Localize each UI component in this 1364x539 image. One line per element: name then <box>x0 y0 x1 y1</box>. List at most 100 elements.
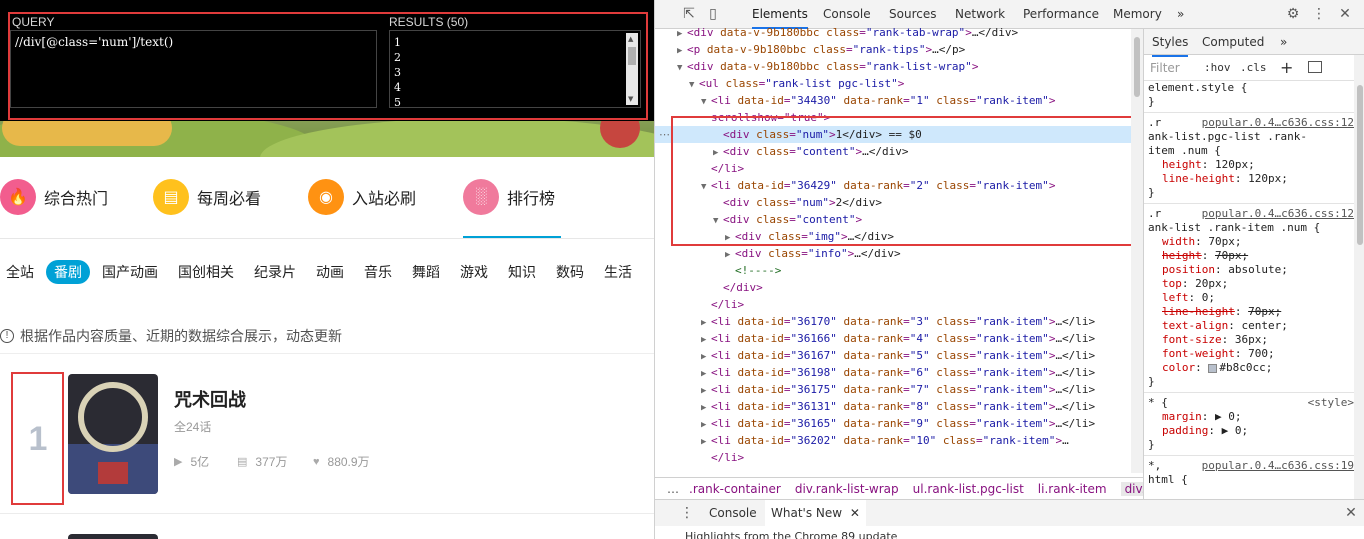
css-declaration[interactable]: font-weight: 700; <box>1144 347 1354 361</box>
breadcrumb-more[interactable]: … <box>667 482 679 496</box>
css-selector[interactable]: } <box>1144 375 1354 389</box>
css-declaration[interactable]: padding: ▶ 0; <box>1144 424 1354 438</box>
tab-animation[interactable]: 动画 <box>316 260 344 284</box>
css-selector[interactable]: .r popular.0.4…c636.css:12 <box>1144 207 1354 221</box>
tab-guochuang-anime[interactable]: 国产动画 <box>102 260 158 284</box>
category-weekly[interactable]: ▤ 每周必看 <box>153 175 261 219</box>
dom-node-line[interactable]: ▶ <li data-id="36131" data-rank="8" class… <box>701 398 1095 415</box>
results-output[interactable]: 1 2 3 4 5 ▲ ▼ <box>389 30 641 108</box>
expand-toggle-icon[interactable]: ▼ <box>677 60 687 77</box>
tab-game[interactable]: 游戏 <box>460 260 488 284</box>
dom-node-line[interactable]: ▶ <li data-id="36198" data-rank="6" class… <box>701 364 1095 381</box>
tab-music[interactable]: 音乐 <box>364 260 392 284</box>
css-selector[interactable]: } <box>1144 186 1354 200</box>
dom-node-line[interactable]: </li> <box>701 449 744 466</box>
css-declaration[interactable]: left: 0; <box>1144 291 1354 305</box>
tab-life[interactable]: 生活 <box>604 260 632 284</box>
css-declaration[interactable]: margin: ▶ 0; <box>1144 410 1354 424</box>
dom-node-line[interactable]: ▶ <li data-id="36167" data-rank="5" class… <box>701 347 1095 364</box>
tab-bangumi[interactable]: 番剧 <box>46 260 90 284</box>
css-declaration[interactable]: width: 70px; <box>1144 235 1354 249</box>
breadcrumb-item[interactable]: ul.rank-list.pgc-list <box>913 482 1024 496</box>
tab-knowledge[interactable]: 知识 <box>508 260 536 284</box>
poster-image[interactable] <box>68 374 158 494</box>
gear-icon[interactable]: ⚙ <box>1285 6 1301 22</box>
dom-node-line[interactable]: ▶ <li data-id="36165" data-rank="9" class… <box>701 415 1095 432</box>
color-swatch[interactable] <box>1208 363 1218 373</box>
css-declaration[interactable]: height: 70px; <box>1144 249 1354 263</box>
category-must-watch[interactable]: ◉ 入站必刷 <box>308 175 416 219</box>
dom-node-line[interactable]: ▶ <li data-id="36166" data-rank="4" class… <box>701 330 1095 347</box>
inspect-element-icon[interactable]: ⇱ <box>681 6 697 22</box>
css-declaration[interactable]: top: 20px; <box>1144 277 1354 291</box>
dom-node-line[interactable]: ▶ <p data-v-9b180bbc class="rank-tips">…<… <box>677 41 965 58</box>
drawer-tab-whats-new[interactable]: What's New ✕ <box>765 500 866 526</box>
styles-filter-input[interactable]: Filter <box>1150 61 1180 75</box>
query-input[interactable]: //div[@class='num']/text() <box>10 30 377 108</box>
elements-tree[interactable]: ▶ <div data-v-9b180bbc class="rank-tab-wr… <box>669 24 1143 470</box>
dom-node-line[interactable]: ▶<li data-id="36200" data-rank="11" clas… <box>701 466 1062 470</box>
dom-node-line[interactable]: ▶ <li data-id="36202" data-rank="10" clas… <box>701 432 1069 449</box>
tab-dance[interactable]: 舞蹈 <box>412 260 440 284</box>
css-selector[interactable]: *, popular.0.4…c636.css:19 <box>1144 459 1354 473</box>
css-selector[interactable]: ank-list .rank-item .num { <box>1144 221 1354 235</box>
tab-guochuang-related[interactable]: 国创相关 <box>178 260 234 284</box>
css-declaration[interactable]: line-height: 120px; <box>1144 172 1354 186</box>
dom-node-line[interactable]: ▼ <li data-id="34430" data-rank="1" class… <box>701 92 1055 109</box>
dom-node-line[interactable]: ▶ <li data-id="36170" data-rank="3" class… <box>701 313 1095 330</box>
drawer-menu-icon[interactable]: ⋮ <box>679 505 695 521</box>
more-tabs-button[interactable]: » <box>1177 0 1184 29</box>
stylesheet-link[interactable]: popular.0.4…c636.css:19 <box>1202 459 1354 473</box>
tab-all[interactable]: 全站 <box>6 260 34 284</box>
close-drawer-icon[interactable]: ✕ <box>1343 505 1359 521</box>
tab-documentary[interactable]: 纪录片 <box>254 260 296 284</box>
dom-node-line[interactable]: <!----> <box>725 262 781 279</box>
class-toggle-button[interactable]: .cls <box>1240 61 1267 74</box>
device-toolbar-icon[interactable]: ▯ <box>705 6 721 22</box>
tab-computed[interactable]: Computed <box>1202 29 1264 55</box>
category-popular[interactable]: 🔥 综合热门 <box>0 175 108 219</box>
css-selector[interactable]: item .num { <box>1144 144 1354 158</box>
new-rule-button[interactable]: + <box>1280 58 1293 77</box>
css-selector[interactable]: element.style { <box>1144 81 1354 95</box>
css-declaration[interactable]: line-height: 70px; <box>1144 305 1354 319</box>
css-declaration[interactable]: position: absolute; <box>1144 263 1354 277</box>
tab-digital[interactable]: 数码 <box>556 260 584 284</box>
hover-state-button[interactable]: :hov <box>1204 61 1231 74</box>
css-declaration[interactable]: height: 120px; <box>1144 158 1354 172</box>
css-selector[interactable]: * {<style> <box>1144 396 1354 410</box>
stylesheet-link[interactable]: popular.0.4…c636.css:12 <box>1202 116 1354 130</box>
category-rankings[interactable]: ░ 排行榜 <box>463 175 555 219</box>
dom-node-line[interactable]: ▼ <div data-v-9b180bbc class="rank-list-w… <box>677 58 978 75</box>
tab-styles[interactable]: Styles <box>1152 29 1189 57</box>
kebab-menu-icon[interactable]: ⋮ <box>1311 6 1327 22</box>
breadcrumb-item[interactable]: li.rank-item <box>1038 482 1107 496</box>
dom-node-line[interactable]: ▶ <div data-v-9b180bbc class="rank-tab-wr… <box>677 24 1018 41</box>
expand-toggle-icon[interactable]: ▼ <box>689 77 699 94</box>
css-declaration[interactable]: text-align: center; <box>1144 319 1354 333</box>
computed-sidebar-toggle-icon[interactable] <box>1308 61 1322 73</box>
dom-node-line[interactable]: </li> <box>701 296 744 313</box>
styles-scrollbar[interactable] <box>1354 55 1364 499</box>
close-icon[interactable]: ✕ <box>1337 6 1353 22</box>
css-selector[interactable]: html { <box>1144 473 1354 487</box>
breadcrumb-item[interactable]: div.rank-list-wrap <box>795 482 899 496</box>
dom-node-line[interactable]: </div> <box>713 279 763 296</box>
breadcrumb-item[interactable]: .rank-container <box>689 482 781 496</box>
stylesheet-link[interactable]: popular.0.4…c636.css:12 <box>1202 207 1354 221</box>
css-selector[interactable]: .r popular.0.4…c636.css:12 <box>1144 116 1354 130</box>
breadcrumb-item-active[interactable]: div.num <box>1120 481 1143 496</box>
css-selector[interactable]: } <box>1144 438 1354 452</box>
dom-node-line[interactable]: ▶ <li data-id="36175" data-rank="7" class… <box>701 381 1095 398</box>
css-selector[interactable]: } <box>1144 95 1354 109</box>
css-declaration[interactable]: color: #b8c0cc; <box>1144 361 1354 375</box>
results-scrollbar[interactable]: ▲ ▼ <box>626 33 638 105</box>
css-declaration[interactable]: font-size: 36px; <box>1144 333 1354 347</box>
css-selector[interactable]: ank-list.pgc-list .rank- <box>1144 130 1354 144</box>
dom-node-line[interactable]: ▼ <ul class="rank-list pgc-list"> <box>689 75 904 92</box>
drawer-tab-console[interactable]: Console <box>709 500 757 526</box>
expand-toggle-icon[interactable]: ▶ <box>701 468 711 470</box>
more-styles-tabs-button[interactable]: » <box>1280 29 1287 55</box>
rank-title[interactable]: 咒术回战 <box>174 386 246 412</box>
close-tab-icon[interactable]: ✕ <box>850 506 860 520</box>
